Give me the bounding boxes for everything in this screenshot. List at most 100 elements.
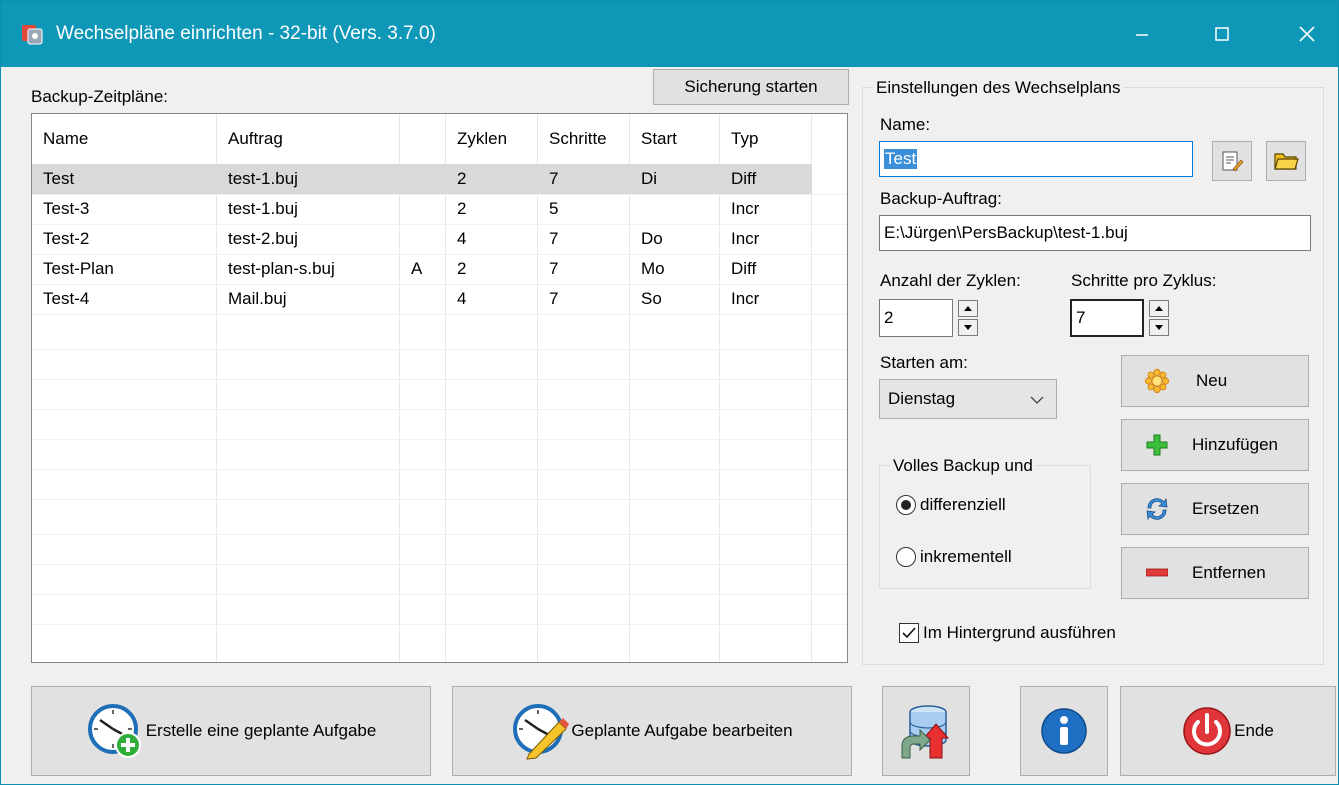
steps-input[interactable]: 7 (1070, 299, 1144, 337)
cell-steps: 7 (549, 289, 559, 308)
edit-task-label: Geplante Aufgabe bearbeiten (571, 721, 793, 740)
grid-line (32, 594, 847, 595)
background-checkbox-label: Im Hintergrund ausführen (923, 623, 1116, 642)
steps-down-button[interactable] (1149, 319, 1169, 336)
grid-line (32, 499, 847, 500)
restore-button[interactable] (882, 686, 970, 776)
maximize-icon (1215, 27, 1229, 41)
replace-button-label: Ersetzen (1192, 499, 1260, 518)
start-backup-button[interactable]: Sicherung starten (653, 69, 849, 105)
cell-start: So (641, 289, 662, 308)
cell-name: Test-2 (43, 229, 90, 248)
cycles-input[interactable]: 2 (879, 299, 953, 337)
name-input[interactable]: Test (879, 141, 1193, 177)
remove-button[interactable]: Entfernen (1121, 547, 1309, 599)
column-header-job[interactable]: Auftrag (217, 114, 283, 164)
cell-start: Do (641, 229, 663, 248)
open-folder-button[interactable] (1266, 141, 1306, 181)
minimize-button[interactable] (1096, 1, 1188, 67)
arrow-up-icon (1155, 305, 1163, 311)
edit-task-button[interactable]: Geplante Aufgabe bearbeiten (452, 686, 852, 776)
column-header-cycles[interactable]: Zyklen (446, 114, 507, 164)
close-icon (1299, 26, 1315, 42)
radio-differential[interactable]: differenziell (896, 495, 1006, 515)
cell-cycles: 2 (457, 259, 467, 278)
cell-flag (400, 284, 411, 314)
minimize-icon (1136, 34, 1148, 36)
cell-type: Diff (731, 169, 757, 188)
column-header-name[interactable]: Name (32, 114, 88, 164)
replace-button[interactable]: Ersetzen (1121, 483, 1309, 535)
checkmark-icon (902, 627, 916, 639)
info-button[interactable] (1020, 686, 1108, 776)
cell-name: Test-3 (43, 199, 90, 218)
cell-start (630, 194, 641, 224)
table-row[interactable]: Test-3 test-1.buj 2 5 Incr (32, 194, 812, 224)
job-path-input[interactable]: E:\Jürgen\PersBackup\test-1.buj (879, 215, 1311, 251)
grid-line (32, 409, 847, 410)
table-row[interactable]: Test test-1.buj 2 7 Di Diff (32, 164, 812, 194)
folder-icon (1274, 153, 1299, 170)
start-day-label: Starten am: (880, 353, 968, 372)
end-button[interactable]: Ende (1120, 686, 1336, 776)
steps-up-button[interactable] (1149, 300, 1169, 317)
cell-cycles: 4 (457, 229, 467, 248)
cell-steps: 5 (549, 199, 559, 218)
new-button[interactable]: Neu (1121, 355, 1309, 407)
table-row[interactable]: Test-4 Mail.buj 4 7 So Incr (32, 284, 812, 314)
new-star-icon (1144, 368, 1170, 394)
schedule-list[interactable]: Name Auftrag Zyklen Schritte Start Typ T… (31, 113, 848, 663)
arrow-down-icon (964, 324, 972, 330)
table-row[interactable]: Test-2 test-2.buj 4 7 Do Incr (32, 224, 812, 254)
column-header-flag[interactable] (400, 114, 411, 164)
close-button[interactable] (1261, 1, 1339, 67)
clock-edit-icon (513, 704, 570, 760)
clock-add-icon (87, 704, 141, 758)
create-task-button[interactable]: Erstelle eine geplante Aufgabe (31, 686, 431, 776)
grid-line (32, 349, 847, 350)
radio-circle (896, 547, 916, 567)
steps-label: Schritte pro Zyklus: (1071, 271, 1217, 290)
column-header-steps[interactable]: Schritte (538, 114, 607, 164)
table-row[interactable]: Test-Plan test-plan-s.buj A 2 7 Mo Diff (32, 254, 812, 284)
column-header-start[interactable]: Start (630, 114, 677, 164)
add-button[interactable]: Hinzufügen (1121, 419, 1309, 471)
edit-job-button[interactable] (1212, 141, 1252, 181)
radio-incremental[interactable]: inkrementell (896, 547, 1012, 567)
cell-type: Incr (731, 229, 760, 248)
refresh-icon (1146, 497, 1168, 521)
grid-line (32, 439, 847, 440)
grid-line (32, 469, 847, 470)
grid-line (32, 624, 847, 625)
cell-job: test-1.buj (228, 169, 298, 188)
job-label: Backup-Auftrag: (880, 189, 1002, 208)
cell-name: Test-4 (43, 289, 90, 308)
arrow-down-icon (1155, 324, 1163, 330)
column-header-type[interactable]: Typ (720, 114, 758, 164)
cell-steps: 7 (549, 259, 559, 278)
cell-cycles: 2 (457, 199, 467, 218)
create-task-label: Erstelle eine geplante Aufgabe (145, 721, 377, 740)
cell-flag: A (411, 259, 423, 278)
full-backup-group (879, 465, 1091, 589)
cell-job: test-2.buj (228, 229, 298, 248)
cell-flag (400, 164, 411, 194)
cell-steps: 7 (549, 169, 559, 188)
cycles-down-button[interactable] (958, 319, 978, 336)
maximize-button[interactable] (1176, 1, 1268, 67)
start-day-select[interactable]: Dienstag (879, 379, 1057, 419)
add-button-label: Hinzufügen (1192, 435, 1279, 454)
cycles-spinner[interactable] (958, 300, 978, 336)
grid-line (32, 314, 847, 315)
background-checkbox[interactable]: Im Hintergrund ausführen (899, 623, 1116, 643)
edit-document-icon (1222, 151, 1244, 172)
checkbox-box (899, 623, 919, 643)
app-icon (22, 25, 43, 45)
remove-button-label: Entfernen (1192, 563, 1266, 582)
name-input-value: Test (884, 149, 918, 169)
steps-spinner[interactable] (1149, 300, 1169, 336)
cycles-up-button[interactable] (958, 300, 978, 317)
cell-flag (400, 224, 411, 254)
schedules-label: Backup-Zeitpläne: (31, 87, 169, 106)
start-day-value: Dienstag (888, 389, 956, 408)
